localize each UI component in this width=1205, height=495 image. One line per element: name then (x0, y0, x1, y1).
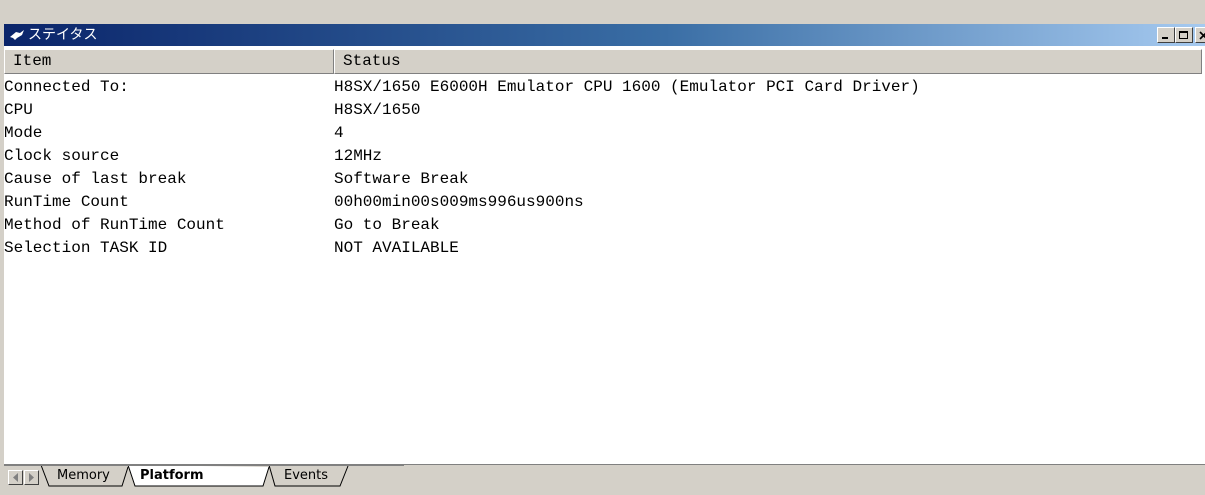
row-status: 12MHz (334, 147, 383, 165)
list-row[interactable]: Clock source 12MHz (4, 145, 1202, 168)
status-window: ステイタス Item Status Connected To: H8SX/165… (0, 0, 1205, 495)
minimize-button[interactable] (1157, 27, 1175, 43)
list-header: Item Status (4, 49, 1202, 74)
row-item: Mode (4, 124, 43, 142)
maximize-icon (1179, 31, 1188, 39)
tab-memory[interactable]: Memory (57, 465, 110, 487)
list-rows: Connected To: H8SX/1650 E6000H Emulator … (4, 76, 1202, 260)
window-controls (1157, 27, 1205, 43)
list-row[interactable]: Selection TASK ID NOT AVAILABLE (4, 237, 1202, 260)
row-status: Go to Break (334, 216, 440, 234)
list-row[interactable]: Cause of last break Software Break (4, 168, 1202, 191)
window-title: ステイタス (28, 27, 98, 43)
close-icon (1199, 31, 1205, 40)
tab-scroll-right-button[interactable] (24, 470, 39, 485)
status-icon (10, 30, 24, 40)
row-status: 00h00min00s009ms996us900ns (334, 193, 584, 211)
tab-bar: Memory Platform Events (4, 464, 1205, 495)
tab-platform[interactable]: Platform (140, 465, 204, 487)
row-item: CPU (4, 101, 33, 119)
row-status: Software Break (334, 170, 469, 188)
list-row[interactable]: Connected To: H8SX/1650 E6000H Emulator … (4, 76, 1202, 99)
list-row[interactable]: Mode 4 (4, 122, 1202, 145)
row-item: Selection TASK ID (4, 239, 168, 257)
row-item: Clock source (4, 147, 120, 165)
row-item: RunTime Count (4, 193, 129, 211)
title-bar[interactable]: ステイタス (4, 24, 1205, 46)
row-status: H8SX/1650 E6000H Emulator CPU 1600 (Emul… (334, 78, 920, 96)
row-status: NOT AVAILABLE (334, 239, 459, 257)
minimize-icon (1162, 37, 1168, 39)
column-header-status[interactable]: Status (334, 49, 1202, 74)
row-status: 4 (334, 124, 344, 142)
tab-events[interactable]: Events (284, 465, 328, 487)
row-item: Cause of last break (4, 170, 187, 188)
close-button[interactable] (1195, 27, 1205, 43)
maximize-button[interactable] (1175, 27, 1193, 43)
row-item: Connected To: (4, 78, 129, 96)
tab-scroll-left-button[interactable] (8, 470, 23, 485)
row-status: H8SX/1650 (334, 101, 421, 119)
column-header-item[interactable]: Item (4, 49, 334, 74)
arrow-right-icon (29, 473, 34, 482)
arrow-left-icon (13, 473, 18, 482)
row-item: Method of RunTime Count (4, 216, 225, 234)
list-row[interactable]: RunTime Count 00h00min00s009ms996us900ns (4, 191, 1202, 214)
status-list: Item Status Connected To: H8SX/1650 E600… (4, 46, 1205, 464)
list-row[interactable]: Method of RunTime Count Go to Break (4, 214, 1202, 237)
list-row[interactable]: CPU H8SX/1650 (4, 99, 1202, 122)
